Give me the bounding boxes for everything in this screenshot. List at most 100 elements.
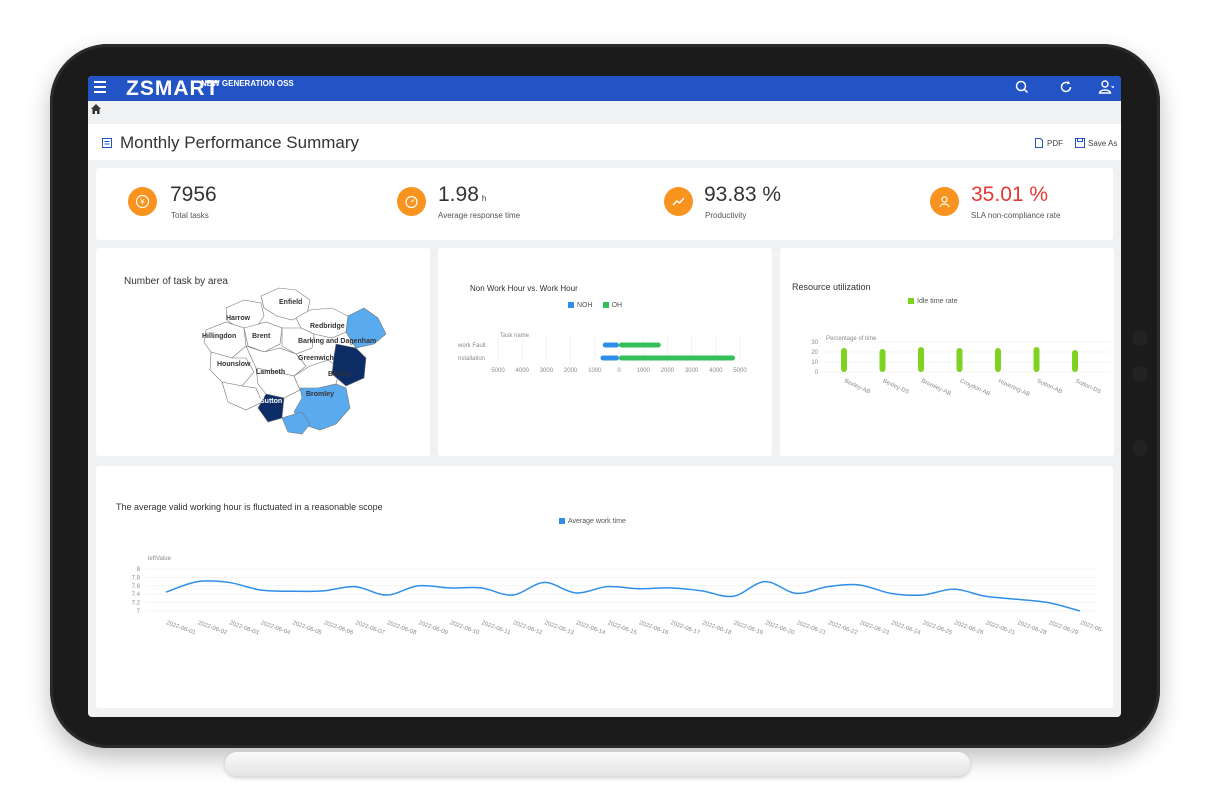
x-tick-label: 3000	[540, 368, 554, 374]
kpi-panel: ¥ 7956 Total tasks 1.98 h Average respons…	[96, 168, 1113, 240]
bar	[956, 348, 963, 372]
kpi-value: 35.01 %	[971, 183, 1049, 206]
screen: ZSMART NEW GENERATION OSS Monthly Perfor…	[88, 76, 1121, 717]
tablet-side-button	[1132, 366, 1148, 382]
x-tick-label: Sutton-DS	[1074, 378, 1102, 395]
x-tick-label: 2022-06-21	[796, 620, 828, 636]
y-tick-label: 7.4	[132, 592, 141, 598]
y-tick-label: 7.8	[132, 575, 141, 581]
map-label-hounslow: Hounslow	[217, 361, 251, 368]
axis-name: Task name	[500, 333, 530, 339]
x-tick-label: Croydon-AB	[959, 378, 991, 397]
x-tick-label: 2022-06-29	[1048, 620, 1080, 636]
x-tick-label: 2022-06-21	[985, 620, 1017, 636]
x-tick-label: 0	[617, 368, 621, 374]
y-tick-label: 7	[137, 609, 141, 615]
map-label-bexley: Bexley	[328, 371, 351, 378]
tablet-side-button	[1132, 440, 1148, 456]
refresh-icon[interactable]	[1058, 79, 1074, 95]
x-tick-label: Sutton-AB	[1036, 378, 1063, 395]
user-icon[interactable]	[1098, 79, 1114, 95]
x-tick-label: 2000	[564, 368, 578, 374]
x-tick-label: 2022-06-25	[922, 620, 954, 636]
resource-chart: Percentage of time 30 20 10 0 Bexley-AB Bexley…	[811, 336, 1110, 398]
speedometer-icon	[397, 187, 426, 216]
trend-icon	[664, 187, 693, 216]
x-tick-label: Bexley-DS	[882, 378, 910, 395]
x-tick-label: 2022-06-28	[1016, 620, 1048, 636]
bar	[841, 348, 847, 372]
x-tick-label: 5000	[491, 368, 505, 374]
london-map: Enfield Harrow Redbridge Hillingdon Bren…	[202, 287, 387, 435]
x-tick-label: 2022-06-06	[323, 620, 355, 636]
top-bar: ZSMART NEW GENERATION OSS	[88, 76, 1121, 101]
x-tick-label: 2022-06-14	[575, 620, 607, 636]
x-tick-label: 2022-06-26	[953, 620, 985, 636]
save-as-label: Save As	[1088, 138, 1118, 148]
tablet-side-button	[1132, 330, 1148, 346]
y-tick-label: 7.6	[132, 584, 141, 590]
x-tick-label: 3000	[685, 368, 699, 374]
search-icon[interactable]	[1014, 79, 1030, 95]
category-label: work Fault	[457, 343, 486, 349]
x-tick-label: 2022-06-08	[386, 620, 418, 636]
x-tick-label: 2022-06-03	[228, 620, 260, 636]
x-tick-label: 2000	[661, 368, 675, 374]
map-panel: Number of task by area Enfield Harrow Re…	[96, 248, 430, 456]
map-label-sutton: Sutton	[260, 398, 282, 405]
y-tick-label: 7.2	[132, 601, 141, 607]
pdf-button[interactable]: PDF	[1034, 138, 1063, 148]
x-tick-label: Havering-AB	[997, 378, 1030, 398]
menu-icon[interactable]	[94, 81, 106, 93]
map-label-brent: Brent	[252, 333, 271, 340]
map-label-redbridge: Redbridge	[310, 323, 345, 330]
x-tick-label: Bromley-AB	[920, 378, 952, 397]
y-tick-label: 0	[815, 370, 819, 376]
x-tick-label: 1000	[637, 368, 651, 374]
bar	[995, 348, 1001, 372]
kpi-productivity: 93.83 % Productivity	[631, 168, 881, 240]
kpi-label: Average response time	[438, 211, 521, 220]
x-tick-label: 2022-06-17	[670, 620, 702, 636]
category-label: nstallation	[458, 356, 485, 362]
y-axis-label: leftValue	[148, 556, 172, 562]
home-icon[interactable]	[90, 103, 102, 115]
save-icon	[1075, 138, 1085, 148]
y-tick-label: 30	[811, 340, 818, 346]
line-chart: leftValue87.87.67.47.272022-06-01 2022-06…	[132, 556, 1104, 637]
x-tick-label: 2022-06-19	[733, 620, 765, 636]
stylus-pencil	[225, 752, 970, 776]
x-tick-label: 2022-06-	[1079, 620, 1104, 634]
y-tick-label: 8	[137, 567, 141, 573]
page-title: Monthly Performance Summary	[120, 133, 360, 152]
coin-icon: ¥	[128, 187, 157, 216]
x-tick-label: 2022-06-09	[417, 620, 449, 636]
line-chart-panel: The average valid working hour is fluctu…	[96, 466, 1113, 708]
x-tick-label: 2022-06-01	[165, 620, 197, 636]
kpi-label: SLA non-compliance rate	[971, 211, 1061, 220]
x-tick-label: 2022-06-23	[859, 620, 891, 636]
kpi-label: Productivity	[705, 211, 747, 220]
map-label-greenwich: Greenwich	[298, 355, 334, 362]
x-tick-label: 2022-06-13	[544, 620, 576, 636]
pdf-label: PDF	[1047, 138, 1063, 148]
x-tick-label: 2022-06-10	[449, 620, 481, 636]
x-tick-label: 5000	[733, 368, 747, 374]
page-header: Monthly Performance Summary PDF Save As	[88, 124, 1121, 160]
x-tick-label: 2022-06-12	[512, 620, 544, 636]
save-as-button[interactable]: Save As	[1075, 138, 1117, 148]
map-label-enfield: Enfield	[279, 299, 302, 306]
x-tick-label: 2022-06-11	[480, 620, 511, 636]
x-tick-label: 2022-06-05	[291, 620, 323, 636]
x-tick-label: 2022-06-16	[638, 620, 670, 636]
x-tick-label: 2022-06-07	[354, 620, 386, 636]
x-tick-label: 2022-06-24	[890, 620, 922, 636]
svg-text:¥: ¥	[139, 198, 145, 207]
x-tick-label: 2022-06-02	[197, 620, 229, 636]
person-icon	[930, 187, 959, 216]
x-tick-label: 4000	[516, 368, 530, 374]
bar	[918, 347, 924, 372]
bar	[1033, 347, 1040, 372]
resource-panel: Resource utilization Idle time rate Perc…	[780, 248, 1114, 456]
work-hour-chart: Task name work Fault nstallation 5000 4000 30…	[457, 333, 747, 374]
